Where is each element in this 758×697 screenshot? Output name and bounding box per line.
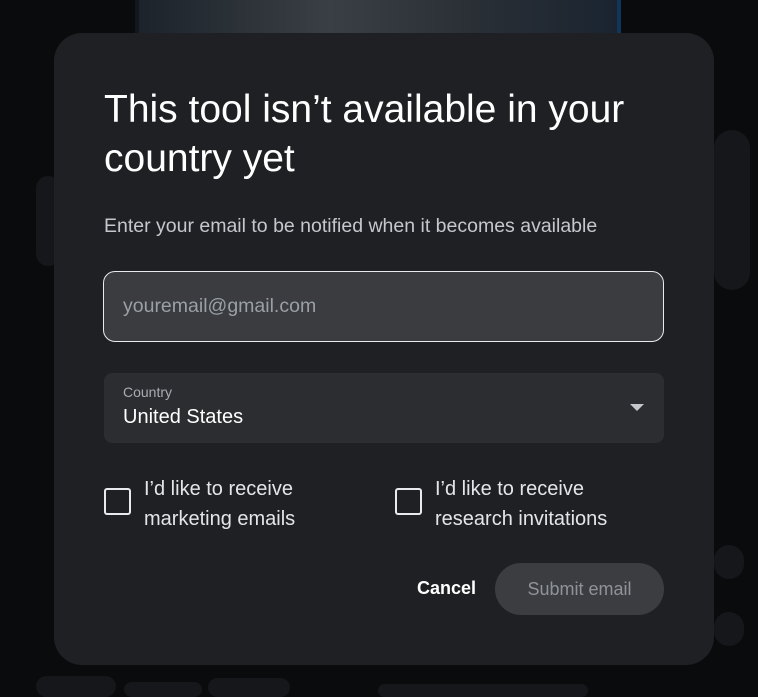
cancel-button[interactable]: Cancel [399,563,494,613]
country-label: Country [123,384,173,400]
dialog-title: This tool isn’t available in your countr… [104,88,625,180]
marketing-emails-checkbox[interactable] [104,488,131,515]
research-invitations-checkbox[interactable] [395,488,422,515]
background-shape [124,682,202,697]
dialog-subtitle: Enter your email to be notified when it … [104,215,598,237]
background-shape [378,684,588,697]
notify-dialog: This tool isn’t available in your countr… [54,33,714,665]
email-field-container [103,271,664,342]
email-input[interactable] [104,272,663,341]
dropdown-arrow-icon [630,404,644,411]
country-select[interactable]: Country United States [104,373,664,443]
country-selected-value: United States [123,406,244,428]
background-shape [714,130,750,290]
research-invitations-label: I’d like to receive research invitations [435,478,608,530]
background-shape [36,676,116,697]
marketing-emails-label: I’d like to receive marketing emails [144,478,296,530]
background-shape [714,545,744,579]
background-shape [208,678,290,697]
background-shape [714,612,744,646]
submit-email-button[interactable]: Submit email [495,563,664,615]
